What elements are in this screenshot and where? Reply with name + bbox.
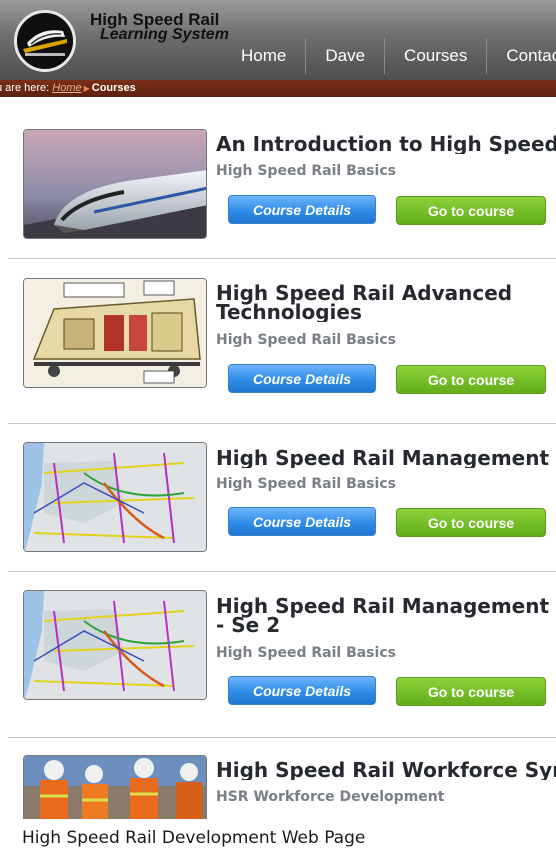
course-title[interactable]: High Speed Rail Management - Se 2 (216, 597, 556, 635)
go-to-course-button[interactable]: Go to course (396, 677, 546, 706)
course-category: High Speed Rail Basics (216, 645, 396, 661)
course-thumbnail[interactable] (23, 278, 207, 388)
brand-subtitle: Learning System (100, 26, 229, 43)
course-details-button[interactable]: Course Details (228, 676, 376, 705)
nav-dave[interactable]: Dave (305, 38, 384, 74)
divider (8, 423, 556, 424)
course-details-button[interactable]: Course Details (228, 195, 376, 224)
site-logo[interactable] (14, 10, 76, 72)
breadcrumb: u are here: Home ▶ Courses (0, 80, 556, 97)
course-title[interactable]: High Speed Rail Workforce Sympo (216, 761, 556, 780)
course-thumbnail[interactable] (23, 755, 207, 819)
site-header: High Speed Rail Learning System Home Dav… (0, 0, 556, 80)
course-thumbnail[interactable] (23, 442, 207, 552)
course-category: High Speed Rail Basics (216, 476, 396, 492)
course-category: High Speed Rail Basics (216, 163, 396, 179)
divider (8, 737, 556, 738)
go-to-course-button[interactable]: Go to course (396, 508, 546, 537)
breadcrumb-current: Courses (91, 82, 136, 94)
course-category: High Speed Rail Basics (216, 332, 396, 348)
go-to-course-button[interactable]: Go to course (396, 196, 546, 225)
course-thumbnail[interactable] (23, 129, 207, 239)
go-to-course-button[interactable]: Go to course (396, 365, 546, 394)
main-nav: Home Dave Courses Contac (222, 38, 556, 76)
nav-contact[interactable]: Contac (486, 38, 556, 74)
course-title[interactable]: High Speed Rail Advanced Technologies (216, 284, 536, 322)
nav-home[interactable]: Home (222, 38, 305, 74)
course-details-button[interactable]: Course Details (228, 507, 376, 536)
course-title[interactable]: High Speed Rail Management (216, 449, 556, 468)
course-details-button[interactable]: Course Details (228, 364, 376, 393)
divider (8, 258, 556, 259)
nav-courses[interactable]: Courses (384, 38, 486, 74)
breadcrumb-home-link[interactable]: Home (52, 82, 81, 94)
page-caption: High Speed Rail Development Web Page (22, 828, 366, 848)
course-title[interactable]: An Introduction to High Speed Ra (216, 135, 556, 154)
course-category: HSR Workforce Development (216, 789, 445, 805)
breadcrumb-prefix: u are here: (0, 82, 50, 94)
divider (8, 571, 556, 572)
course-thumbnail[interactable] (23, 590, 207, 700)
breadcrumb-separator-icon: ▶ (83, 84, 90, 93)
